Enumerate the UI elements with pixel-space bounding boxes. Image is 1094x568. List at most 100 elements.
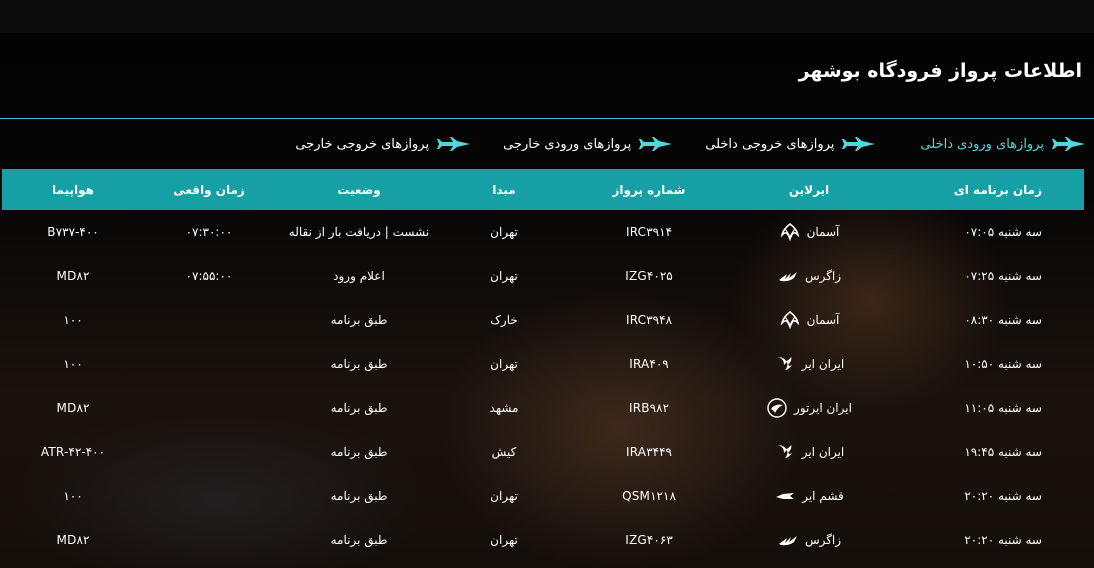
iranair-logo-icon — [774, 353, 796, 375]
table-row: سه شنبه ۰۷:۲۵ زاگرس IZG۴۰۲۵ تهران اعلام ورود… — [2, 254, 1084, 298]
scheduled-time-cell: سه شنبه ۲۰:۲۰ — [964, 489, 1042, 503]
actual-time-cell — [144, 386, 274, 430]
header-origin: مبدا — [492, 182, 516, 197]
flight-number-cell: IZG۴۰۲۵ — [625, 269, 673, 283]
origin-cell: تهران — [490, 533, 518, 547]
airline-cell: ایران ایر — [734, 342, 884, 386]
actual-time-cell — [144, 474, 274, 518]
flight-tabs: پروازهای ورودی داخلی پروازهای خروجی داخل… — [0, 132, 1094, 156]
header-status: وضعیت — [337, 182, 381, 197]
airline-name: ایران ایر — [801, 445, 845, 459]
airline-cell: زاگرس — [734, 518, 884, 562]
scheduled-time-cell: سه شنبه ۲۰:۲۰ — [964, 533, 1042, 547]
flight-number-cell: IZG۴۰۶۳ — [625, 533, 673, 547]
origin-cell: مشهد — [489, 401, 519, 415]
aircraft-cell: ۱۰۰ — [63, 357, 83, 371]
scheduled-time-cell: سه شنبه ۰۷:۲۵ — [964, 269, 1042, 283]
qeshmair-logo-icon — [774, 485, 796, 507]
aircraft-cell: ۱۰۰ — [63, 489, 83, 503]
actual-time-cell — [144, 518, 274, 562]
tab-international-arrivals[interactable]: پروازهای ورودی خارجی — [503, 137, 673, 152]
status-cell: طبق برنامه — [330, 445, 388, 459]
aircraft-cell: ۱۰۰ — [63, 313, 83, 327]
table-row: سه شنبه ۱۹:۴۵ ایران ایر IRA۳۴۴۹ کیش طبق برنا… — [2, 430, 1084, 474]
plane-takeoff-icon — [437, 137, 471, 151]
airline-cell: آسمان — [734, 298, 884, 342]
table-row: سه شنبه ۱۱:۰۵ ایران ایرتور IRB۹۸۲ مشهد طبق ب… — [2, 386, 1084, 430]
tab-international-departures[interactable]: پروازهای خروجی خارجی — [295, 137, 471, 152]
header-airline: ایرلاین — [788, 182, 830, 197]
header-flight-number: شماره پرواز — [612, 182, 686, 197]
aseman-logo-icon — [779, 221, 801, 243]
aircraft-cell: MD۸۲ — [56, 401, 90, 415]
airline-name: زاگرس — [804, 533, 842, 547]
tab-label: پروازهای خروجی داخلی — [705, 136, 835, 152]
table-row: سه شنبه ۲۰:۲۰ زاگرس IZG۴۰۶۳ تهران طبق برنامه… — [2, 518, 1084, 562]
airline: ایران ایر — [774, 353, 845, 375]
plane-takeoff-icon — [842, 137, 876, 151]
flight-number-cell: QSM۱۲۱۸ — [622, 489, 676, 503]
flight-number-cell: IRA۳۴۴۹ — [626, 445, 672, 459]
airline-cell: آسمان — [734, 210, 884, 254]
airline: ایران ایر — [774, 441, 845, 463]
airline: ایران ایرتور — [766, 397, 852, 419]
table-row: سه شنبه ۰۸:۳۰ آسمان IRC۳۹۴۸ خارک طبق برنامه ۱… — [2, 298, 1084, 342]
table-row: سه شنبه ۲۰:۲۰ قشم ایر QSM۱۲۱۸ تهران طبق برنا… — [2, 474, 1084, 518]
scheduled-time-cell: سه شنبه ۱۹:۴۵ — [964, 445, 1042, 459]
actual-time-cell — [144, 342, 274, 386]
actual-time-cell: ۰۷:۳۰:۰۰ — [185, 225, 233, 239]
zagros-logo-icon — [777, 529, 799, 551]
aircraft-cell: ATR-۴۲-۴۰۰ — [40, 445, 106, 459]
flight-number-cell: IRC۳۹۱۴ — [625, 225, 673, 239]
flight-number-cell: IRA۴۰۹ — [629, 357, 669, 371]
scheduled-time-cell: سه شنبه ۱۰:۵۰ — [964, 357, 1042, 371]
tab-domestic-departures[interactable]: پروازهای خروجی داخلی — [705, 137, 876, 152]
status-cell: طبق برنامه — [330, 401, 388, 415]
aseman-logo-icon — [779, 309, 801, 331]
title-divider — [0, 118, 1094, 119]
scheduled-time-cell: سه شنبه ۰۷:۰۵ — [964, 225, 1042, 239]
actual-time-cell — [144, 430, 274, 474]
airline: قشم ایر — [774, 485, 844, 507]
status-cell: طبق برنامه — [330, 313, 388, 327]
tab-label: پروازهای ورودی داخلی — [920, 136, 1044, 152]
airline-name: آسمان — [806, 225, 840, 239]
aircraft-cell: MD۸۲ — [56, 269, 90, 283]
airline-cell: قشم ایر — [734, 474, 884, 518]
status-cell: طبق برنامه — [330, 533, 388, 547]
tab-domestic-arrivals[interactable]: پروازهای ورودی داخلی — [920, 137, 1086, 152]
table-row: سه شنبه ۰۷:۰۵ آسمان IRC۳۹۱۴ تهران نشست | دری… — [2, 210, 1084, 254]
airline: آسمان — [779, 221, 840, 243]
header-aircraft: هواپیما — [52, 182, 94, 197]
origin-cell: تهران — [490, 489, 518, 503]
top-bar — [0, 0, 1094, 33]
status-cell: نشست | دریافت بار از نقاله — [288, 225, 430, 239]
airline-name: ایران ایرتور — [794, 401, 852, 415]
airline-name: ایران ایر — [801, 357, 845, 371]
header-scheduled-time: زمان برنامه ای — [953, 182, 1042, 197]
airline-name: آسمان — [806, 313, 840, 327]
origin-cell: تهران — [490, 269, 518, 283]
plane-landing-icon — [1052, 137, 1085, 151]
origin-cell: تهران — [490, 225, 518, 239]
header-actual-time: زمان واقعی — [173, 182, 245, 197]
origin-cell: خارک — [490, 313, 518, 327]
table-header-row: زمان برنامه ای ایرلاین شماره پرواز مبدا … — [2, 169, 1084, 210]
flight-number-cell: IRB۹۸۲ — [628, 401, 670, 415]
status-cell: طبق برنامه — [330, 489, 388, 503]
iranairtour-logo-icon — [766, 397, 788, 419]
table-row: سه شنبه ۱۰:۵۰ ایران ایر IRA۴۰۹ تهران طبق برن… — [2, 342, 1084, 386]
status-cell: طبق برنامه — [330, 357, 388, 371]
airline-cell: ایران ایر — [734, 430, 884, 474]
iranair-logo-icon — [774, 441, 796, 463]
flight-number-cell: IRC۳۹۴۸ — [625, 313, 673, 327]
tab-label: پروازهای خروجی خارجی — [295, 136, 430, 152]
plane-landing-icon — [639, 137, 673, 151]
origin-cell: کیش — [491, 445, 517, 459]
actual-time-cell — [144, 298, 274, 342]
flights-table: زمان برنامه ای ایرلاین شماره پرواز مبدا … — [2, 169, 1084, 562]
aircraft-cell: B۷۳۷-۴۰۰ — [47, 225, 99, 239]
zagros-logo-icon — [777, 265, 799, 287]
aircraft-cell: MD۸۲ — [56, 533, 90, 547]
airline: آسمان — [779, 309, 840, 331]
